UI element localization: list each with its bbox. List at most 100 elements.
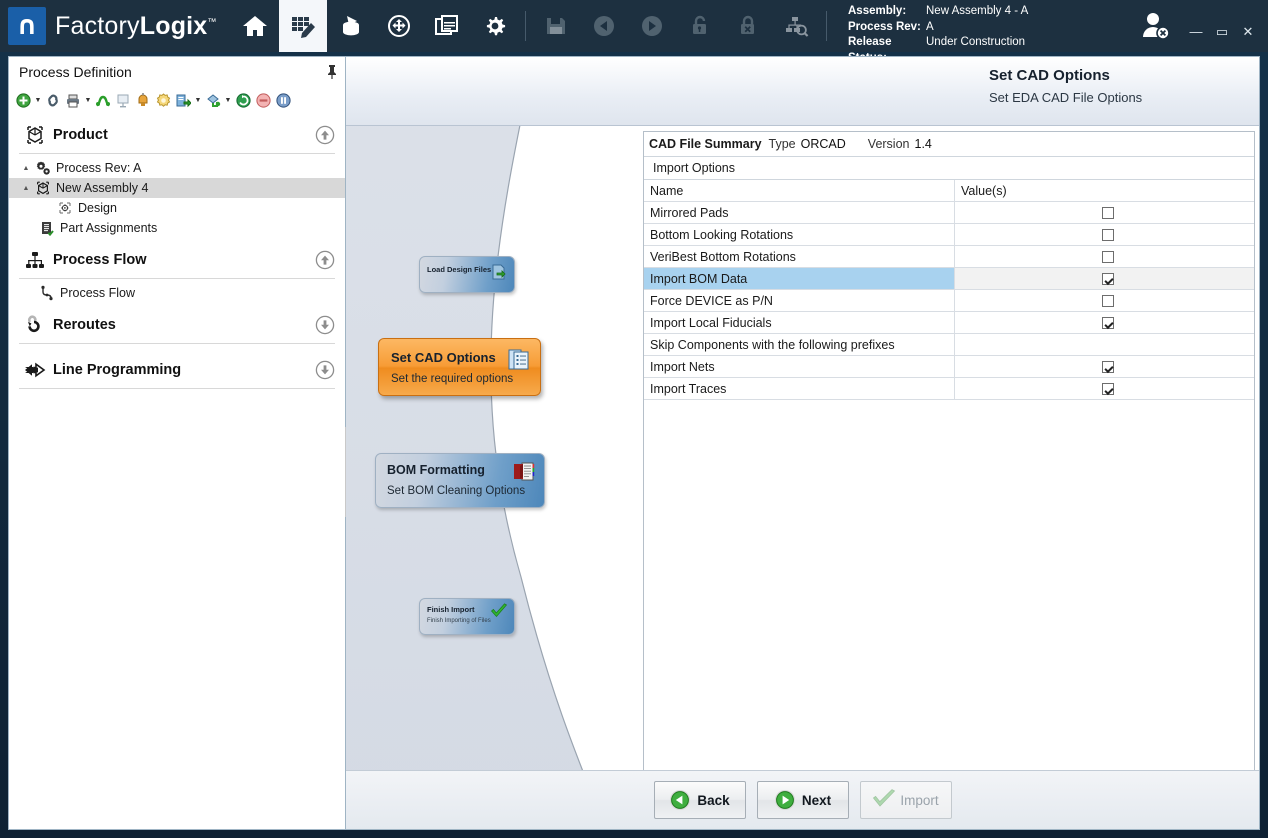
- refresh-icon[interactable]: [233, 89, 253, 111]
- title-bar: ∩ FactoryLogix™: [0, 0, 1268, 52]
- cad-type-value: ORCAD: [801, 137, 846, 151]
- step-subtitle: Finish Importing of Files: [427, 618, 491, 624]
- expander-icon-2[interactable]: ▲: [19, 185, 33, 192]
- next-button-label: Next: [802, 793, 831, 808]
- option-value[interactable]: [955, 246, 1255, 268]
- option-value[interactable]: [955, 224, 1255, 246]
- table-row[interactable]: Import Local Fiducials: [644, 312, 1254, 334]
- table-row[interactable]: Import Nets: [644, 356, 1254, 378]
- tree-item-process-rev[interactable]: ▲ Process Rev: A: [9, 158, 345, 178]
- panel-icon[interactable]: [113, 89, 133, 111]
- wizard-step-load-design-files[interactable]: Load Design Files: [419, 256, 515, 293]
- sidebar-group-header-product[interactable]: Product: [9, 117, 345, 153]
- sidebar-group-header-reroutes[interactable]: Reroutes: [9, 307, 345, 343]
- table-row[interactable]: Import Traces: [644, 378, 1254, 400]
- option-value[interactable]: [955, 290, 1255, 312]
- chevron-down-circle-icon-2[interactable]: [315, 360, 335, 380]
- cad-type-label: Type: [769, 137, 796, 151]
- unlock-icon[interactable]: [676, 0, 724, 52]
- bom-book-icon: [512, 461, 536, 486]
- import-options-table: Name Value(s) Mirrored Pads Bottom Looki…: [644, 180, 1254, 400]
- pin-icon[interactable]: [325, 64, 339, 80]
- lock-cancel-icon[interactable]: [724, 0, 772, 52]
- back-arrow-icon[interactable]: [580, 0, 628, 52]
- close-button[interactable]: ✕: [1238, 24, 1258, 40]
- next-button[interactable]: Next: [757, 781, 849, 819]
- logistics-icon[interactable]: [375, 0, 423, 52]
- option-value[interactable]: [955, 268, 1255, 290]
- checkbox[interactable]: [1102, 383, 1114, 395]
- bell-icon[interactable]: [133, 89, 153, 111]
- back-button[interactable]: Back: [654, 781, 746, 819]
- table-row[interactable]: Mirrored Pads: [644, 202, 1254, 224]
- option-value[interactable]: [955, 334, 1255, 356]
- table-body: Mirrored Pads Bottom Looking Rotations V…: [644, 202, 1254, 400]
- expander-icon[interactable]: ▲: [19, 165, 33, 172]
- materials-icon[interactable]: [327, 0, 375, 52]
- sidebar-group-header-line-programming[interactable]: Line Programming: [9, 352, 345, 388]
- maximize-button[interactable]: ▭: [1212, 24, 1232, 40]
- main-toolbar: [231, 0, 833, 52]
- chevron-up-circle-icon-2[interactable]: [315, 250, 335, 270]
- wizard-step-set-cad-options[interactable]: Set CAD Options Set the required options: [378, 338, 541, 396]
- wizard-step-finish-import[interactable]: Finish Import Finish Importing of Files: [419, 598, 515, 635]
- checkbox[interactable]: [1102, 229, 1114, 241]
- gear-star-icon[interactable]: [153, 89, 173, 111]
- checkbox[interactable]: [1102, 207, 1114, 219]
- import-file-icon: [490, 263, 508, 284]
- print-dropdown-caret[interactable]: ▼: [83, 89, 93, 111]
- sidebar-group-header-process-flow[interactable]: Process Flow: [9, 242, 345, 278]
- link-icon[interactable]: [43, 89, 63, 111]
- settings-icon[interactable]: [471, 0, 519, 52]
- route-icon[interactable]: [93, 89, 113, 111]
- forward-arrow-icon[interactable]: [628, 0, 676, 52]
- tree-item-part-assignments[interactable]: Part Assignments: [9, 218, 345, 238]
- tree-item-process-flow[interactable]: Process Flow: [9, 283, 345, 303]
- add-dropdown-caret[interactable]: ▼: [33, 89, 43, 111]
- gears-icon: [33, 160, 53, 176]
- option-name: Mirrored Pads: [644, 202, 955, 224]
- wizard-footer: Back Next Import: [346, 770, 1259, 829]
- block-icon[interactable]: [253, 89, 273, 111]
- option-value[interactable]: [955, 356, 1255, 378]
- export-dropdown-caret[interactable]: ▼: [193, 89, 203, 111]
- add-icon[interactable]: [13, 89, 33, 111]
- checkbox[interactable]: [1102, 361, 1114, 373]
- option-value[interactable]: [955, 312, 1255, 334]
- tree-item-new-assembly-4[interactable]: ▲ New Assembly 4: [9, 178, 345, 198]
- wizard-step-bom-formatting[interactable]: BOM Formatting Set BOM Cleaning Options: [375, 453, 545, 508]
- table-row[interactable]: Import BOM Data: [644, 268, 1254, 290]
- inspect-icon[interactable]: [772, 0, 820, 52]
- green-check-icon-2: [872, 789, 894, 811]
- print-icon[interactable]: [63, 89, 83, 111]
- cad-options-content: CAD File Summary Type ORCAD Version 1.4 …: [643, 131, 1255, 771]
- export-icon[interactable]: [173, 89, 193, 111]
- option-value[interactable]: [955, 202, 1255, 224]
- process-definition-icon[interactable]: [279, 0, 327, 52]
- option-value[interactable]: [955, 378, 1255, 400]
- tree-item-design[interactable]: Design: [9, 198, 345, 218]
- table-row[interactable]: Bottom Looking Rotations: [644, 224, 1254, 246]
- pause-icon[interactable]: [273, 89, 293, 111]
- checkbox[interactable]: [1102, 295, 1114, 307]
- table-row[interactable]: Force DEVICE as P/N: [644, 290, 1254, 312]
- user-revoke-icon[interactable]: [1138, 10, 1174, 42]
- wizard-panel: Set CAD Options Set EDA CAD File Options…: [346, 56, 1260, 830]
- reports-icon[interactable]: [423, 0, 471, 52]
- minimize-button[interactable]: —: [1186, 24, 1206, 40]
- table-row[interactable]: VeriBest Bottom Rotations: [644, 246, 1254, 268]
- home-icon[interactable]: [231, 0, 279, 52]
- green-check-icon: [490, 603, 508, 622]
- checkbox[interactable]: [1102, 251, 1114, 263]
- paint-dropdown-caret[interactable]: ▼: [223, 89, 233, 111]
- option-name: Skip Components with the following prefi…: [644, 334, 955, 356]
- step-title: Load Design Files: [427, 265, 491, 274]
- save-icon[interactable]: [532, 0, 580, 52]
- checkbox[interactable]: [1102, 273, 1114, 285]
- paint-icon[interactable]: [203, 89, 223, 111]
- import-button[interactable]: Import: [860, 781, 952, 819]
- chevron-up-circle-icon[interactable]: [315, 125, 335, 145]
- checkbox[interactable]: [1102, 317, 1114, 329]
- chevron-down-circle-icon[interactable]: [315, 315, 335, 335]
- table-row[interactable]: Skip Components with the following prefi…: [644, 334, 1254, 356]
